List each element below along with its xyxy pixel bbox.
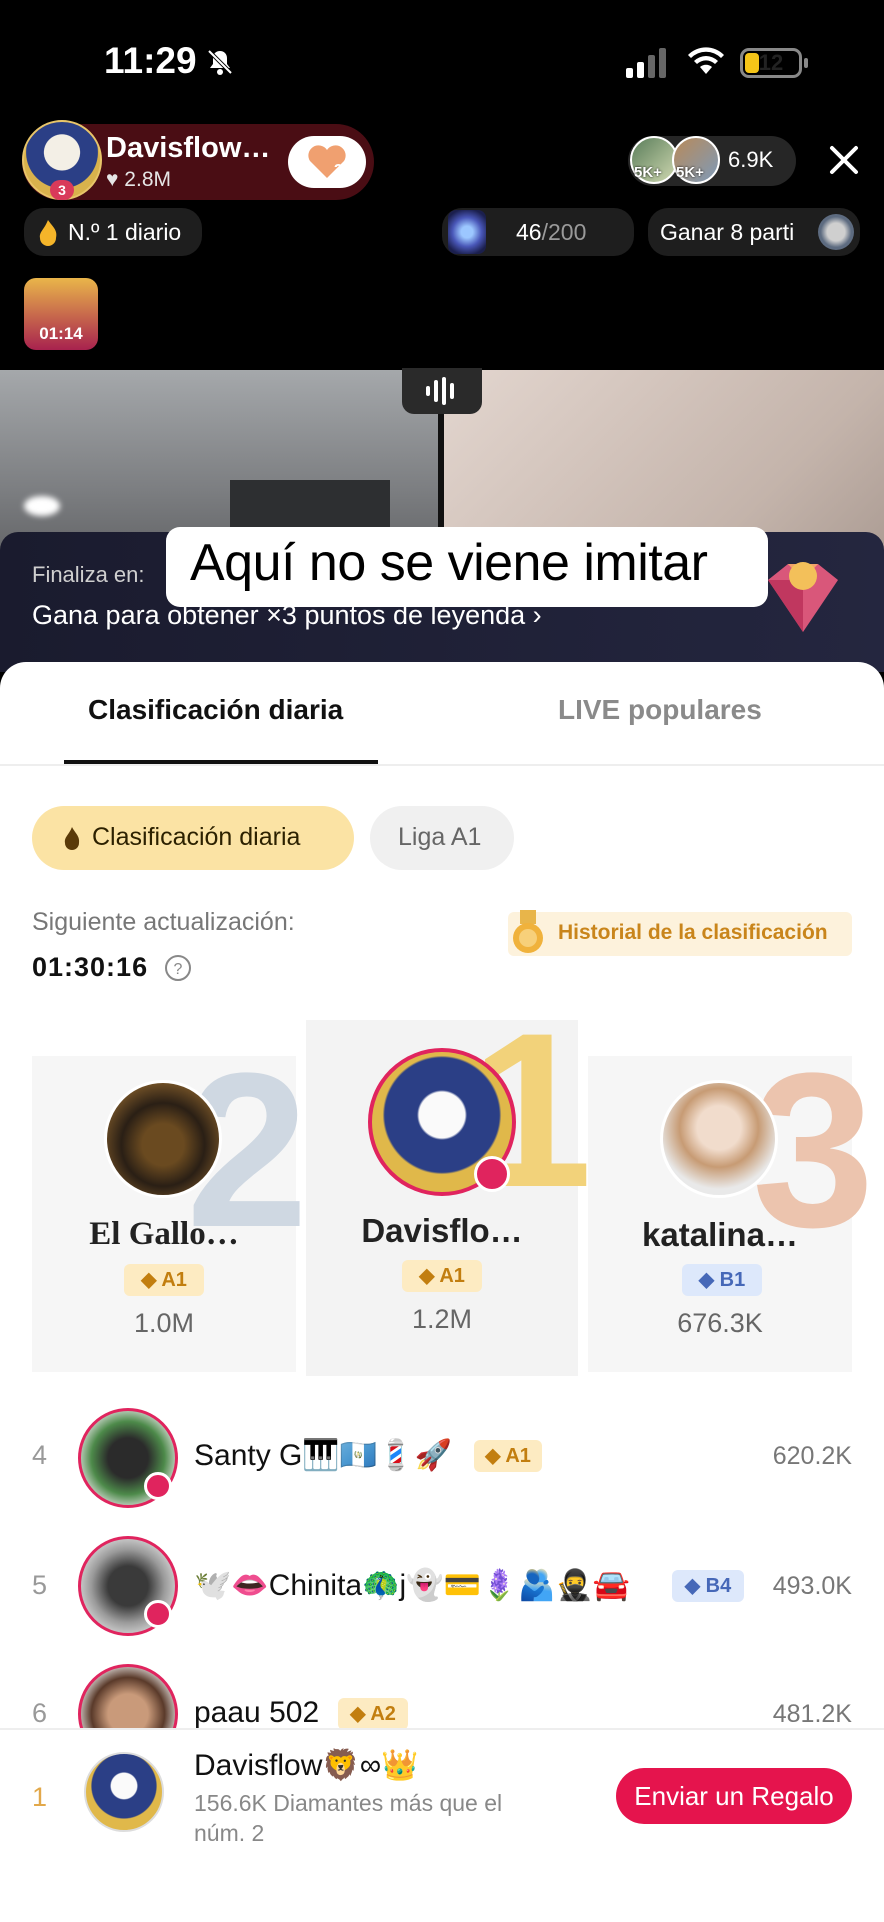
- league-badge: ◆ A1: [124, 1264, 204, 1296]
- viewer-badge: 5K+: [634, 164, 662, 181]
- battery-level: 12: [758, 50, 784, 75]
- row-rank: 5: [32, 1570, 48, 1600]
- goal-progress: 46/200: [516, 219, 586, 246]
- ranking-history-label: Historial de la clasificación: [558, 921, 828, 944]
- audio-wave-icon: [426, 377, 454, 405]
- viewer-badge: 5K+: [676, 164, 704, 181]
- row-score: 493.0K: [772, 1572, 852, 1600]
- wifi-icon: [688, 47, 724, 74]
- row-score: 620.2K: [772, 1442, 852, 1470]
- host-likes: ♥ 2.8M: [106, 168, 171, 191]
- svg-text:?: ?: [174, 961, 183, 978]
- league-label: B4: [705, 1575, 732, 1597]
- avatar[interactable]: [660, 1080, 778, 1198]
- caption-text: Aquí no se viene imitar: [190, 534, 708, 592]
- status-time: 11:29: [104, 40, 197, 81]
- tab-popular-live[interactable]: LIVE populares: [558, 694, 762, 726]
- compass-icon: [818, 214, 854, 250]
- filter-daily-label: Clasificación diaria: [92, 823, 301, 851]
- flame-icon: [39, 220, 57, 246]
- row-rank: 6: [32, 1698, 48, 1728]
- league-label: A1: [161, 1269, 187, 1291]
- league-badge: ◆ A2: [338, 1698, 408, 1730]
- bell-muted-icon: [207, 49, 233, 75]
- league-label: B1: [719, 1269, 746, 1291]
- my-name: Davisflow🦁∞👑: [194, 1749, 419, 1782]
- follow-badge: 3: [334, 162, 343, 179]
- battery-nub: [804, 58, 808, 68]
- podium-name: Davisflo…: [361, 1212, 523, 1249]
- chest-timer: 01:14: [39, 324, 83, 343]
- star-icon: [448, 210, 486, 254]
- battery-icon: 12: [740, 48, 802, 78]
- row-name: Santy G🎹🇬🇹💈🚀: [194, 1439, 452, 1472]
- league-badge: ◆ A1: [402, 1260, 482, 1292]
- signal-icon: [626, 48, 666, 78]
- filter-league-label: Liga A1: [398, 823, 482, 851]
- my-diamond-lead: 156.6K Diamantes más que el núm. 2: [194, 1790, 503, 1846]
- podium-score: 1.2M: [411, 1304, 473, 1334]
- tab-divider: [0, 764, 884, 766]
- podium-score: 676.3K: [677, 1308, 763, 1338]
- row-name: 🕊️👄Chinita🦚j👻💳🪻🫂🥷🚘: [194, 1569, 631, 1602]
- league-label: A1: [505, 1445, 531, 1467]
- close-icon[interactable]: [824, 140, 864, 180]
- daily-rank-label: N.º 1 diario: [68, 219, 182, 245]
- my-rank: 1: [32, 1782, 48, 1812]
- league-badge: ◆ B1: [682, 1264, 762, 1296]
- league-badge: ◆ A1: [474, 1440, 542, 1472]
- progress-current: 46: [516, 219, 542, 245]
- ends-in-label: Finaliza en:: [32, 562, 145, 587]
- ceiling-light: [24, 496, 60, 516]
- help-icon[interactable]: ?: [164, 954, 192, 982]
- podium-name: El Gallo…: [89, 1216, 239, 1252]
- row-rank: 4: [32, 1440, 48, 1470]
- medal-icon: [513, 910, 543, 953]
- live-indicator-icon: [474, 1156, 510, 1192]
- row-score: 481.2K: [772, 1700, 852, 1728]
- live-indicator-icon: [144, 1600, 172, 1628]
- list-item[interactable]: 5 🕊️👄Chinita🦚j👻💳🪻🫂🥷🚘 ◆ B4 493.0K: [0, 1524, 884, 1644]
- row-name: paau 502: [194, 1696, 320, 1729]
- list-item[interactable]: 4 Santy G🎹🇬🇹💈🚀 ◆ A1 620.2K: [0, 1396, 884, 1516]
- podium-score: 1.0M: [133, 1308, 195, 1338]
- league-label: A2: [370, 1703, 396, 1725]
- podium-name: katalina…: [642, 1216, 798, 1253]
- avatar[interactable]: [84, 1752, 164, 1832]
- avatar[interactable]: [104, 1080, 222, 1198]
- host-name: Davisflow…: [106, 132, 271, 164]
- flame-icon: [64, 827, 80, 850]
- next-update-label: Siguiente actualización:: [32, 908, 295, 936]
- earn-label: Ganar 8 parti: [660, 219, 795, 245]
- league-label: A1: [439, 1265, 465, 1287]
- next-update-timer: 01:30:16: [32, 952, 149, 982]
- progress-total: /200: [541, 219, 587, 245]
- tab-daily-ranking[interactable]: Clasificación diaria: [88, 694, 343, 726]
- viewer-count: 6.9K: [728, 147, 774, 172]
- gem-trophy-icon: [768, 562, 838, 632]
- live-indicator-icon: [144, 1472, 172, 1500]
- send-gift-button[interactable]: Enviar un Regalo: [616, 1768, 852, 1824]
- host-level-badge: 3: [50, 180, 74, 200]
